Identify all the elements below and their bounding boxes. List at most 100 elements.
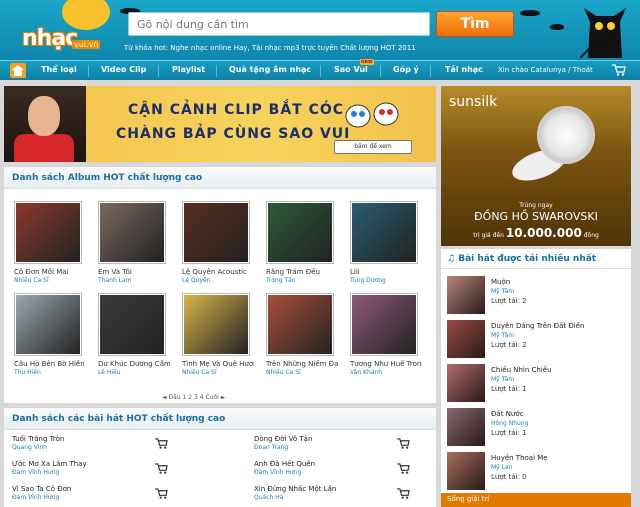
album-cover[interactable] xyxy=(350,201,418,264)
album-cover[interactable] xyxy=(14,293,82,356)
album-card[interactable]: Lili Tùng Dương xyxy=(350,201,422,284)
singer-thumbnail[interactable] xyxy=(447,320,485,358)
album-artist[interactable]: Thu Hiền xyxy=(14,369,86,376)
song-singer[interactable]: Đàm Vĩnh Hưng xyxy=(12,469,202,476)
nav-item-sao-vui[interactable]: Sao Vui xyxy=(334,65,368,74)
download-song-artist[interactable]: Hồng Nhung xyxy=(491,420,528,427)
search-input[interactable]: Gõ nội dung cần tìm xyxy=(128,12,430,36)
song-title[interactable]: Tuổi Trăng Tròn xyxy=(12,435,202,443)
album-cover[interactable] xyxy=(14,201,82,264)
album-cover[interactable] xyxy=(182,201,250,264)
search-button[interactable]: Tìm xyxy=(436,11,514,37)
album-title[interactable]: Câu Hò Bên Bờ Hiền Lương xyxy=(14,360,86,368)
album-artist[interactable]: Nhiều Ca Sĩ xyxy=(182,369,254,376)
album-title[interactable]: Lili xyxy=(350,268,422,276)
song-singer[interactable]: Đàm Vĩnh Hưng xyxy=(254,469,444,476)
album-cover[interactable] xyxy=(266,293,334,356)
song-row[interactable]: Vì Sao Ta Cô Đơn Đàm Vĩnh Hưng xyxy=(12,485,202,507)
album-card[interactable]: Trên Những Niềm Đau Nhiều Ca Sĩ xyxy=(266,293,338,376)
nav-item-video-clip[interactable]: Video Clip xyxy=(101,65,146,74)
download-song-title[interactable]: Đất Nước xyxy=(491,410,524,418)
song-singer[interactable]: Đoan Trang xyxy=(254,444,444,451)
nav-item-music-gift[interactable]: Quà tặng âm nhạc xyxy=(229,65,311,74)
top-download-item[interactable]: Đất Nước Hồng Nhung Lượt tải: 1 xyxy=(447,408,627,448)
top-download-item[interactable]: Chiều Nhìn Chiều Mỹ Tâm Lượt tải: 1 xyxy=(447,364,627,404)
album-artist[interactable]: Nhiều Ca Sĩ xyxy=(14,277,86,284)
add-to-cart-icon[interactable] xyxy=(397,488,410,499)
album-pager[interactable]: ◄ Đầu 1 2 3 4 Cuối ► xyxy=(162,394,225,401)
singer-thumbnail[interactable] xyxy=(447,408,485,446)
download-song-artist[interactable]: Mỹ Tâm xyxy=(491,376,514,383)
add-to-cart-icon[interactable] xyxy=(155,438,168,449)
promo-banner[interactable]: CẬN CẢNH CLIP BẮT CÓC CHÀNG BẢP CÙNG SAO… xyxy=(4,86,436,162)
nav-item-genre[interactable]: Thể loại xyxy=(41,65,77,74)
nav-item-download[interactable]: Tải nhạc xyxy=(445,65,483,74)
singer-thumbnail[interactable] xyxy=(447,364,485,402)
song-singer[interactable]: Quang Vinh xyxy=(12,444,202,451)
album-artist[interactable]: Vân Khánh xyxy=(350,369,422,376)
song-singer[interactable]: Quách Hà xyxy=(254,494,444,501)
album-card[interactable]: Cô Đơn Mỗi Mai Nhiều Ca Sĩ xyxy=(14,201,86,284)
add-to-cart-icon[interactable] xyxy=(397,463,410,474)
album-cover[interactable] xyxy=(266,201,334,264)
song-singer[interactable]: Đàm Vĩnh Hưng xyxy=(12,494,202,501)
album-cover[interactable] xyxy=(98,293,166,356)
album-title[interactable]: Tương Như Huế Trong Lòng xyxy=(350,360,422,368)
song-row[interactable]: Anh Đã Hết Quên Đàm Vĩnh Hưng xyxy=(254,460,444,482)
add-to-cart-icon[interactable] xyxy=(155,463,168,474)
album-artist[interactable]: Nhiều Ca Sĩ xyxy=(266,369,338,376)
sunsilk-ad[interactable]: sunsilk Trúng ngay ĐỒNG HỒ SWAROVSKI trị… xyxy=(441,86,631,246)
album-card[interactable]: Lệ Quyên Acoustic Lệ Quyên xyxy=(182,201,254,284)
album-cover[interactable] xyxy=(350,293,418,356)
top-download-item[interactable]: Duyên Dáng Trên Đất Điền Mỹ Tâm Lượt tải: … xyxy=(447,320,627,360)
album-cover[interactable] xyxy=(98,201,166,264)
album-artist[interactable]: Tùng Dương xyxy=(350,277,422,284)
add-to-cart-icon[interactable] xyxy=(397,438,410,449)
add-to-cart-icon[interactable] xyxy=(155,488,168,499)
album-cover[interactable] xyxy=(182,293,250,356)
song-title[interactable]: Ước Mơ Xa Lâm Thay xyxy=(12,460,202,468)
album-card[interactable]: Tình Mẹ Và Quê Hương Nhiều Ca Sĩ xyxy=(182,293,254,376)
song-title[interactable]: Vì Sao Ta Cô Đơn xyxy=(12,485,202,493)
album-title[interactable]: Dư Khúc Dương Cầm (Chiều... xyxy=(98,360,170,368)
album-card[interactable]: Dư Khúc Dương Cầm (Chiều...Lê Hiếu xyxy=(98,293,170,376)
user-greeting[interactable]: Xin chào Catalunya / Thoát xyxy=(498,66,593,74)
banner-view-button[interactable]: bấm để xem xyxy=(334,140,412,154)
song-title[interactable]: Anh Đã Hết Quên xyxy=(254,460,444,468)
singer-thumbnail[interactable] xyxy=(447,276,485,314)
nav-item-feedback[interactable]: Góp ý xyxy=(393,65,419,74)
download-song-title[interactable]: Huyền Thoại Mẹ xyxy=(491,454,548,462)
album-card[interactable]: Câu Hò Bên Bờ Hiền LươngThu Hiền xyxy=(14,293,86,376)
album-card[interactable]: Rằng Trăm Đều Trọng Tấn xyxy=(266,201,338,284)
song-title[interactable]: Xin Đừng Nhấc Một Lần xyxy=(254,485,444,493)
album-card[interactable]: Tương Như Huế Trong LòngVân Khánh xyxy=(350,293,422,376)
album-artist[interactable]: Lệ Quyên xyxy=(182,277,254,284)
download-song-artist[interactable]: Mỹ Tâm xyxy=(491,332,514,339)
top-download-item[interactable]: Huyền Thoại Mẹ Mỹ Lan Lượt tải: 0 xyxy=(447,452,627,492)
singer-thumbnail[interactable] xyxy=(447,452,485,490)
song-row[interactable]: Ước Mơ Xa Lâm Thay Đàm Vĩnh Hưng xyxy=(12,460,202,482)
top-download-item[interactable]: Muộn Mỹ Tâm Lượt tải: 2 xyxy=(447,276,627,316)
album-card[interactable]: Em Và Tôi Thanh Lam xyxy=(98,201,170,284)
home-button[interactable] xyxy=(10,63,26,78)
site-logo[interactable]: nhạc vui.vn xyxy=(18,22,106,56)
album-title[interactable]: Rằng Trăm Đều xyxy=(266,268,338,276)
song-row[interactable]: Tuổi Trăng Tròn Quang Vinh xyxy=(12,435,202,457)
bottom-promo[interactable]: Sống giải trí xyxy=(441,493,631,507)
nav-item-playlist[interactable]: Playlist xyxy=(172,65,205,74)
download-song-title[interactable]: Chiều Nhìn Chiều xyxy=(491,366,552,374)
album-artist[interactable]: Trọng Tấn xyxy=(266,277,338,284)
download-song-title[interactable]: Duyên Dáng Trên Đất Điền xyxy=(491,322,584,330)
album-artist[interactable]: Lê Hiếu xyxy=(98,369,170,376)
hot-keywords[interactable]: Từ khóa hot: Nghe nhạc online Hay, Tải n… xyxy=(124,44,424,52)
download-song-artist[interactable]: Mỹ Lan xyxy=(491,464,512,471)
song-row[interactable]: Xin Đừng Nhấc Một Lần Quách Hà xyxy=(254,485,444,507)
album-title[interactable]: Cô Đơn Mỗi Mai xyxy=(14,268,86,276)
album-title[interactable]: Lệ Quyên Acoustic xyxy=(182,268,254,276)
song-title[interactable]: Dòng Đời Vô Tận xyxy=(254,435,444,443)
album-title[interactable]: Tình Mẹ Và Quê Hương xyxy=(182,360,254,368)
download-song-title[interactable]: Muộn xyxy=(491,278,510,286)
song-row[interactable]: Dòng Đời Vô Tận Đoan Trang xyxy=(254,435,444,457)
album-title[interactable]: Em Và Tôi xyxy=(98,268,170,276)
album-artist[interactable]: Thanh Lam xyxy=(98,277,170,284)
